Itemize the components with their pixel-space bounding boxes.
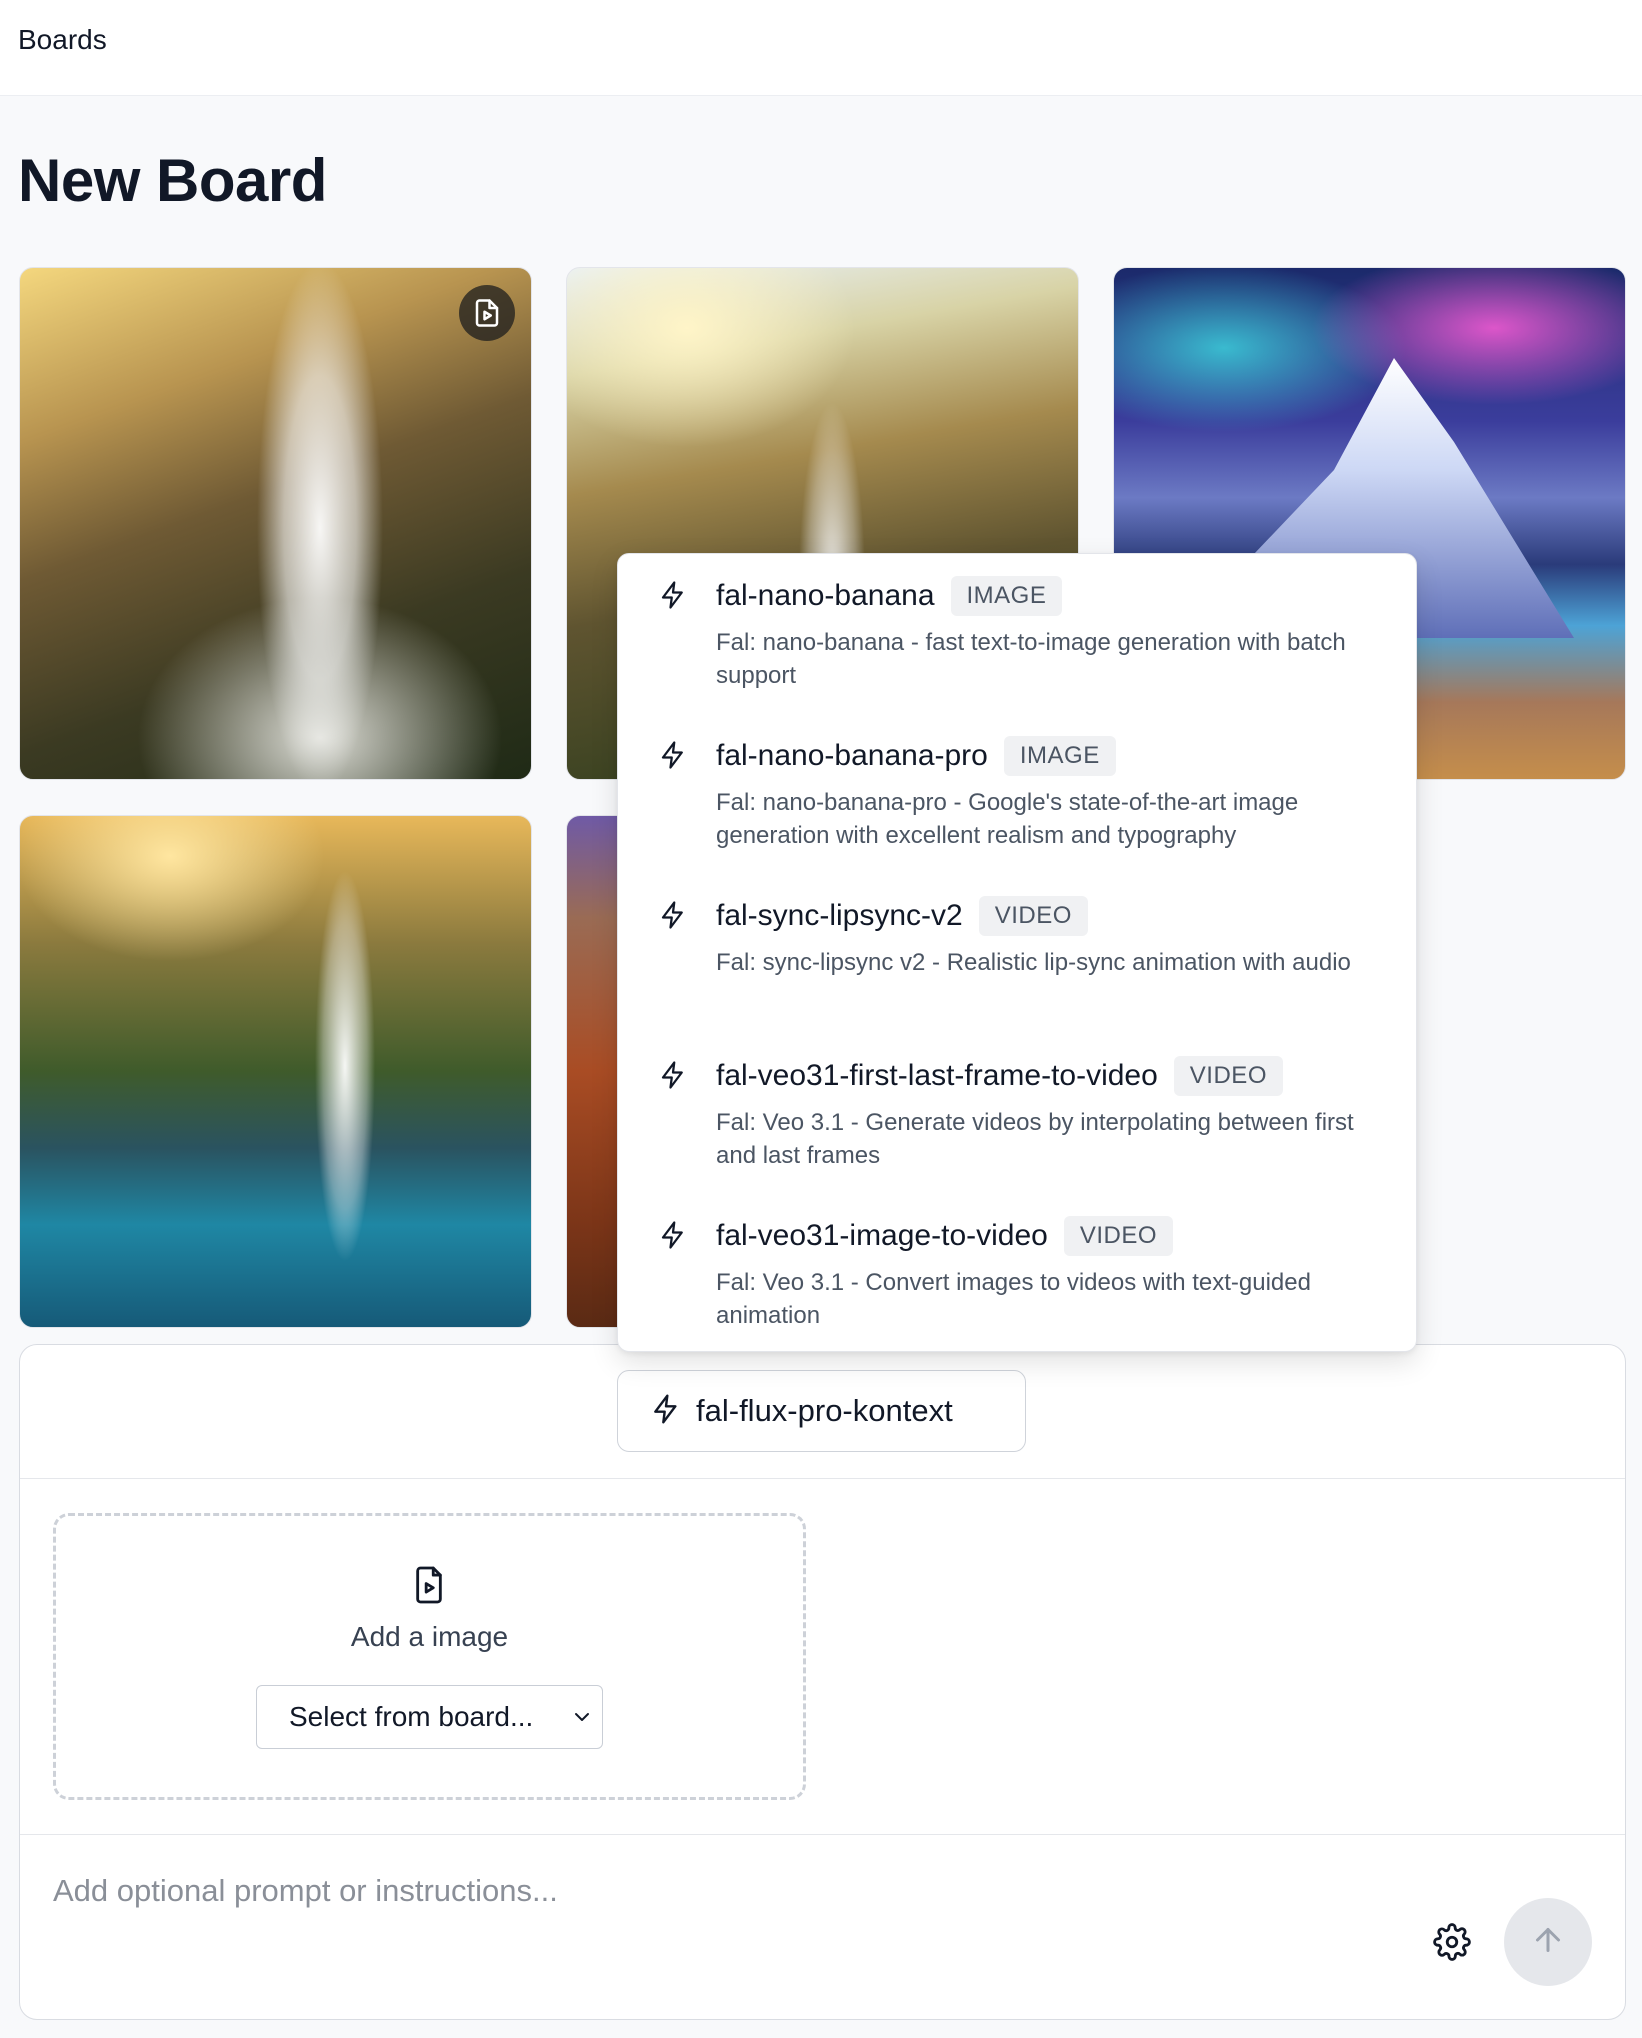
model-option[interactable]: fal-veo31-first-last-frame-to-video VIDE… <box>618 1046 1416 1206</box>
model-option-description: Fal: sync-lipsync v2 - Realistic lip-syn… <box>716 949 1351 976</box>
model-option-description: Fal: Veo 3.1 - Convert images to videos … <box>716 1269 1311 1329</box>
arrow-up-icon <box>1530 1922 1566 1963</box>
select-from-board-dropdown[interactable]: Select from board... <box>256 1685 603 1749</box>
divider <box>20 1478 1625 1479</box>
bolt-icon <box>658 740 688 775</box>
board-tile-1[interactable] <box>19 267 532 780</box>
file-video-icon[interactable] <box>459 285 515 341</box>
model-type-badge: VIDEO <box>1173 1056 1283 1096</box>
model-type-badge: VIDEO <box>1063 1216 1174 1256</box>
bolt-icon <box>658 1060 688 1095</box>
page-title: New Board <box>18 147 327 214</box>
model-dropdown-menu: fal-nano-banana IMAGE Fal: nano-banana -… <box>617 553 1417 1352</box>
model-type-badge: IMAGE <box>950 576 1063 616</box>
model-option-name: fal-veo31-first-last-frame-to-video <box>716 1059 1158 1092</box>
model-option-name: fal-veo31-image-to-video <box>716 1219 1048 1252</box>
model-option-name: fal-nano-banana-pro <box>716 739 988 772</box>
model-option[interactable]: fal-nano-banana-pro IMAGE Fal: nano-bana… <box>618 726 1416 886</box>
send-button[interactable] <box>1504 1898 1592 1986</box>
bolt-icon <box>650 1393 682 1430</box>
prompt-input[interactable]: Add optional prompt or instructions... <box>53 1873 558 1909</box>
model-option[interactable]: fal-nano-banana IMAGE Fal: nano-banana -… <box>618 566 1416 726</box>
select-from-board-label: Select from board... <box>289 1701 534 1732</box>
breadcrumb-boards[interactable]: Boards <box>18 24 107 56</box>
dropzone-label: Add a image <box>350 1621 509 1652</box>
bolt-icon <box>658 900 688 935</box>
file-video-icon <box>412 1565 446 1605</box>
divider <box>20 1834 1625 1835</box>
image-dropzone[interactable] <box>53 1513 806 1800</box>
gear-icon[interactable] <box>1430 1920 1474 1964</box>
bolt-icon <box>658 1220 688 1255</box>
model-option-name: fal-sync-lipsync-v2 <box>716 899 963 932</box>
model-type-badge: VIDEO <box>978 896 1088 936</box>
chevron-down-icon <box>570 1704 594 1736</box>
model-type-badge: IMAGE <box>1003 736 1116 776</box>
model-selector-button[interactable]: fal-flux-pro-kontext <box>617 1370 1026 1452</box>
model-option-description: Fal: nano-banana - fast text-to-image ge… <box>716 629 1346 689</box>
model-selector-label: fal-flux-pro-kontext <box>696 1393 953 1428</box>
model-option-description: Fal: nano-banana-pro - Google's state-of… <box>716 789 1299 849</box>
board-tile-4[interactable] <box>19 815 532 1328</box>
bolt-icon <box>658 580 688 615</box>
model-option-name: fal-nano-banana <box>716 579 935 612</box>
model-option[interactable]: fal-sync-lipsync-v2 VIDEO Fal: sync-lips… <box>618 886 1416 1046</box>
top-bar: Boards <box>0 0 1642 96</box>
model-option-description: Fal: Veo 3.1 - Generate videos by interp… <box>716 1109 1354 1169</box>
model-option[interactable]: fal-veo31-image-to-video VIDEO Fal: Veo … <box>618 1206 1416 1366</box>
